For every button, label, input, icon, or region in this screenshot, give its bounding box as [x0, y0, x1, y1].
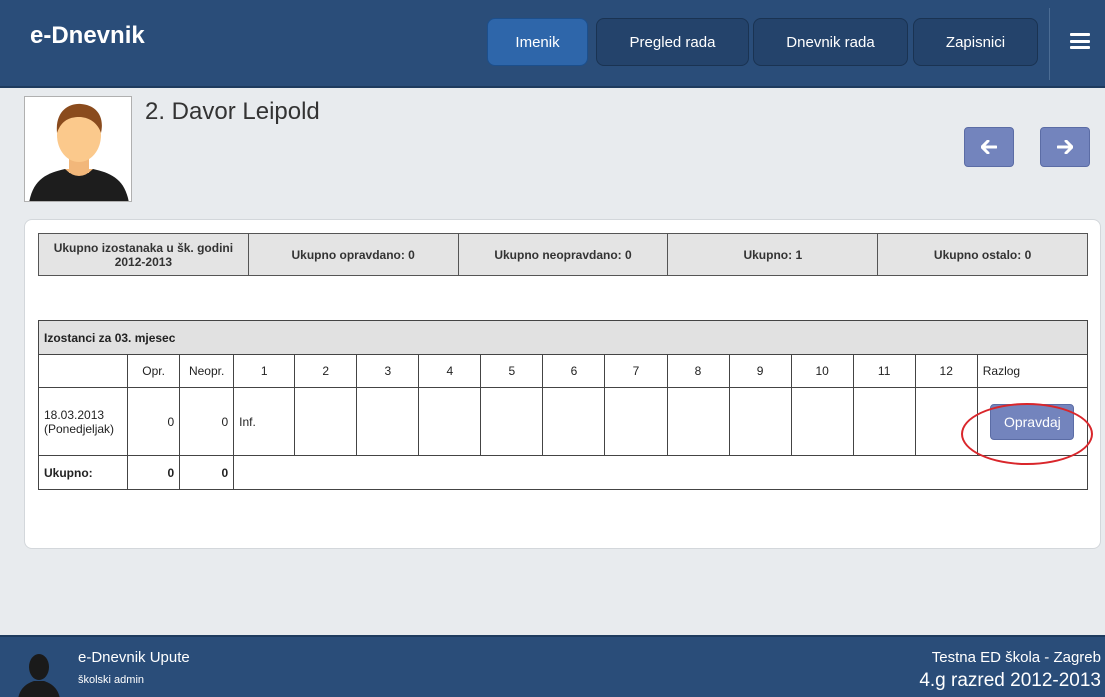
absence-opr: 0	[127, 387, 181, 456]
arrow-left-icon	[981, 140, 997, 154]
absence-hour-cell	[666, 387, 730, 456]
absence-hour-cell	[604, 387, 668, 456]
top-navbar: e-Dnevnik Imenik Pregled rada Dnevnik ra…	[0, 0, 1105, 88]
absence-hour-cell	[914, 387, 978, 456]
absence-hour-cell	[790, 387, 854, 456]
footer-bar: e-Dnevnik Upute školski admin Testna ED …	[0, 635, 1105, 697]
student-name: 2. Davor Leipold	[145, 98, 320, 125]
absence-hour-cell	[418, 387, 482, 456]
header-opr: Opr.	[127, 354, 181, 388]
absence-date: 18.03.2013 (Ponedjeljak)	[37, 387, 129, 456]
summary-justified: Ukupno opravdano: 0	[247, 233, 459, 276]
hamburger-menu-icon[interactable]	[1070, 33, 1090, 49]
header-hour: 12	[914, 354, 978, 388]
next-student-button[interactable]	[1040, 127, 1090, 167]
header-hour: 1	[233, 354, 296, 388]
header-reason: Razlog	[976, 354, 1089, 388]
nav-dnevnik-rada[interactable]: Dnevnik rada	[753, 18, 908, 66]
nav-pregled-rada[interactable]: Pregled rada	[596, 18, 749, 66]
arrow-right-icon	[1057, 140, 1073, 154]
total-label: Ukupno:	[37, 455, 129, 490]
nav-divider	[1049, 8, 1050, 80]
user-silhouette-icon	[18, 654, 60, 697]
absence-hour-cell	[356, 387, 420, 456]
absence-summary-table: Ukupno izostanaka u šk. godini 2012-2013…	[38, 233, 1088, 276]
summary-unjustified: Ukupno neopravdano: 0	[457, 233, 669, 276]
student-avatar	[24, 96, 132, 202]
header-hour: 8	[666, 354, 730, 388]
footer-user-role: školski admin	[78, 674, 145, 686]
opravdaj-button[interactable]: Opravdaj	[990, 403, 1075, 440]
total-row: Ukupno: 0 0	[37, 455, 1088, 490]
absences-header-row: Opr. Neopr. 1 2 3 4 5 6 7 8 9 10 11 12 R…	[37, 354, 1089, 388]
summary-total: Ukupno: 1	[667, 233, 879, 276]
summary-total-year: Ukupno izostanaka u šk. godini 2012-2013	[38, 233, 249, 276]
monthly-absences-table: Izostanci za 03. mjesec Opr. Neopr. 1 2 …	[37, 320, 1089, 490]
header-date	[37, 354, 129, 388]
absence-hour-cell	[542, 387, 606, 456]
total-empty	[233, 455, 1088, 490]
header-hour: 9	[728, 354, 792, 388]
previous-student-button[interactable]	[964, 127, 1014, 167]
footer-class-year: 4.g razred 2012-2013	[919, 670, 1101, 691]
person-silhouette-icon	[29, 103, 129, 201]
absence-hour-cell	[852, 387, 916, 456]
nav-imenik[interactable]: Imenik	[487, 18, 588, 66]
header-neopr: Neopr.	[179, 354, 235, 388]
nav-zapisnici[interactable]: Zapisnici	[913, 18, 1038, 66]
absence-hour-cell	[728, 387, 792, 456]
header-hour: 5	[480, 354, 544, 388]
header-hour: 10	[790, 354, 854, 388]
brand-logo[interactable]: e-Dnevnik	[30, 22, 145, 50]
absence-hour-cell	[480, 387, 544, 456]
table-row: 18.03.2013 (Ponedjeljak) 0 0 Inf. Opravd…	[37, 387, 1089, 456]
header-hour: 11	[852, 354, 916, 388]
absence-reason: Opravdaj	[976, 387, 1089, 456]
absences-title: Izostanci za 03. mjesec	[38, 320, 1088, 355]
header-hour: 2	[294, 354, 358, 388]
header-hour: 6	[542, 354, 606, 388]
absence-neopr: 0	[179, 387, 235, 456]
header-hour: 7	[604, 354, 668, 388]
absence-date-value: 18.03.2013	[44, 407, 105, 422]
total-neopr: 0	[179, 455, 235, 490]
total-opr: 0	[127, 455, 181, 490]
header-hour: 3	[356, 354, 420, 388]
absence-day-value: (Ponedjeljak)	[44, 421, 115, 436]
absence-hour-cell	[294, 387, 358, 456]
footer-school-name: Testna ED škola - Zagreb	[931, 649, 1101, 666]
absence-hour-1: Inf.	[233, 387, 296, 456]
header-hour: 4	[418, 354, 482, 388]
summary-other: Ukupno ostalo: 0	[877, 233, 1088, 276]
footer-app-title[interactable]: e-Dnevnik Upute	[78, 649, 190, 666]
